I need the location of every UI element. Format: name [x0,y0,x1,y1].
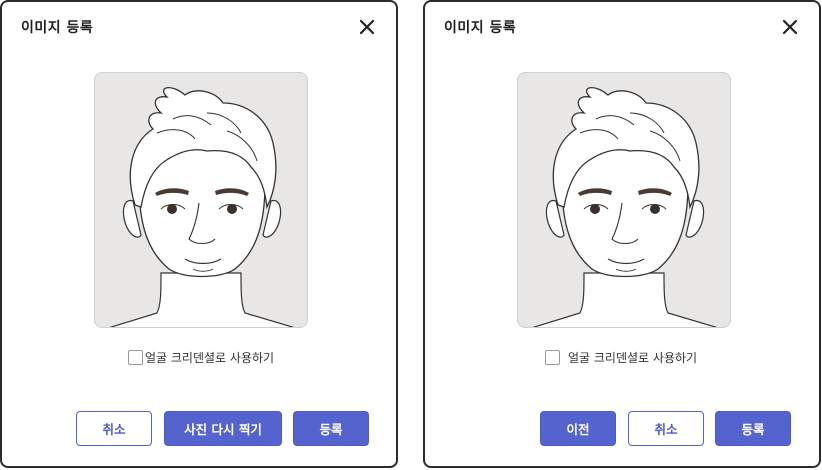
cancel-button[interactable]: 취소 [76,411,152,446]
register-button[interactable]: 등록 [293,411,369,446]
face-illustration [109,87,295,327]
image-registration-dialog: 이미지 등록 얼굴 크리덴셜로 사용하기 취소 사진 다시 찍기 등록 [0,0,398,468]
face-credential-option[interactable]: 얼굴 크리덴셜로 사용하기 [128,348,274,366]
face-credential-label: 얼굴 크리덴셜로 사용하기 [145,350,275,365]
register-button[interactable]: 등록 [715,411,791,446]
face-credential-checkbox[interactable] [128,349,143,365]
close-icon[interactable] [781,18,799,36]
cancel-button[interactable]: 취소 [628,411,704,446]
dialog-title: 이미지 등록 [21,20,94,36]
face-credential-option[interactable]: 얼굴 크리덴셜로 사용하기 [545,348,697,366]
face-photo [517,72,731,328]
face-credential-checkbox[interactable] [545,349,560,365]
face-photo [94,72,308,328]
face-illustration [532,87,718,327]
retake-photo-button[interactable]: 사진 다시 찍기 [164,411,282,446]
image-registration-dialog: 이미지 등록 얼굴 크리덴셜로 사용하기 이전 취소 등록 [423,0,821,468]
face-credential-label: 얼굴 크리덴셜로 사용하기 [568,350,698,365]
close-icon[interactable] [358,18,376,36]
previous-button[interactable]: 이전 [540,411,616,446]
dialog-title: 이미지 등록 [444,20,517,36]
